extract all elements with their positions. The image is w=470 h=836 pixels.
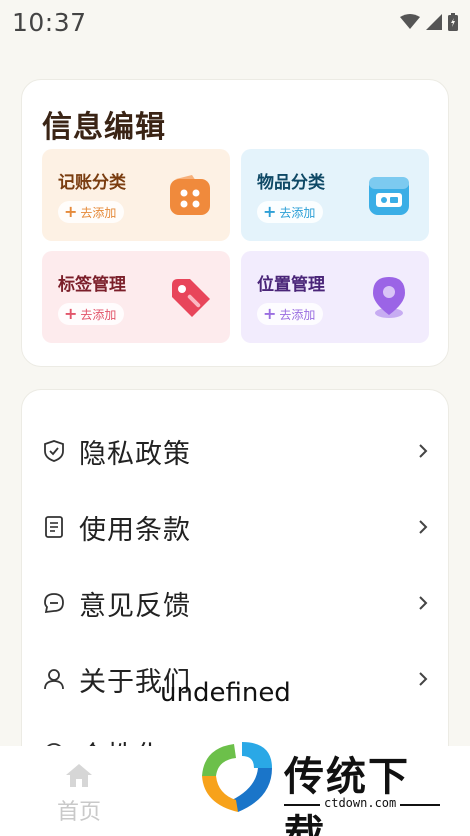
document-icon bbox=[45, 516, 63, 538]
add-label: 去添加 bbox=[279, 307, 316, 322]
chevron-right-icon bbox=[419, 596, 428, 610]
status-bar: 10:37 bbox=[0, 0, 470, 44]
overlay-undefined-text: undefined bbox=[160, 678, 291, 708]
menu-item-feedback[interactable]: 意见反馈 bbox=[22, 573, 450, 633]
info-edit-card: 信息编辑 记账分类 + 去添加 物品分类 + 去添加 标签管理 + 去添加 位置… bbox=[21, 79, 449, 367]
location-pin-icon bbox=[373, 277, 405, 318]
add-button[interactable]: + 去添加 bbox=[257, 201, 324, 223]
tile-label: 记账分类 bbox=[58, 173, 126, 193]
chevron-right-icon bbox=[419, 444, 428, 458]
chevron-right-icon bbox=[419, 672, 428, 686]
home-icon bbox=[66, 764, 92, 787]
shield-check-icon bbox=[44, 440, 64, 462]
watermark: 传统下载 ctdown.com bbox=[198, 738, 448, 836]
menu-item-privacy-policy[interactable]: 隐私政策 bbox=[22, 421, 450, 481]
signal-icon bbox=[426, 14, 442, 30]
battery-icon bbox=[448, 13, 458, 31]
add-label: 去添加 bbox=[80, 205, 117, 220]
wallet-grid-icon bbox=[170, 175, 210, 215]
menu-item-label: 意见反馈 bbox=[79, 590, 191, 622]
tag-icon bbox=[172, 279, 210, 317]
tile-location-management[interactable]: 位置管理 + 去添加 bbox=[241, 251, 429, 343]
tab-home[interactable]: 首页 bbox=[52, 762, 106, 826]
item-box-icon bbox=[369, 177, 409, 215]
add-button[interactable]: + 去添加 bbox=[58, 201, 125, 223]
plus-icon: + bbox=[263, 202, 277, 221]
plus-icon: + bbox=[64, 304, 78, 323]
tile-tag-management[interactable]: 标签管理 + 去添加 bbox=[42, 251, 230, 343]
tile-item-category[interactable]: 物品分类 + 去添加 bbox=[241, 149, 429, 241]
watermark-url: ctdown.com bbox=[320, 796, 401, 810]
info-edit-title: 信息编辑 bbox=[42, 110, 166, 145]
watermark-logo-icon bbox=[202, 742, 272, 812]
user-icon bbox=[44, 669, 64, 690]
add-button[interactable]: + 去添加 bbox=[58, 303, 125, 325]
add-label: 去添加 bbox=[279, 205, 316, 220]
tile-accounting-category[interactable]: 记账分类 + 去添加 bbox=[42, 149, 230, 241]
tab-home-label: 首页 bbox=[56, 800, 101, 825]
add-label: 去添加 bbox=[80, 307, 117, 322]
menu-item-label: 隐私政策 bbox=[79, 438, 191, 470]
tile-label: 物品分类 bbox=[257, 173, 325, 193]
watermark-title: 传统下载 bbox=[284, 754, 410, 836]
wifi-icon bbox=[400, 14, 420, 29]
add-button[interactable]: + 去添加 bbox=[257, 303, 324, 325]
plus-icon: + bbox=[263, 304, 277, 323]
status-time: 10:37 bbox=[12, 7, 87, 37]
chat-bubble-icon bbox=[44, 593, 64, 614]
menu-item-label: 使用条款 bbox=[79, 514, 191, 546]
status-icons bbox=[400, 13, 458, 31]
chevron-right-icon bbox=[419, 520, 428, 534]
tile-label: 位置管理 bbox=[257, 275, 325, 295]
tile-label: 标签管理 bbox=[58, 275, 126, 295]
menu-item-terms-of-use[interactable]: 使用条款 bbox=[22, 497, 450, 557]
plus-icon: + bbox=[64, 202, 78, 221]
